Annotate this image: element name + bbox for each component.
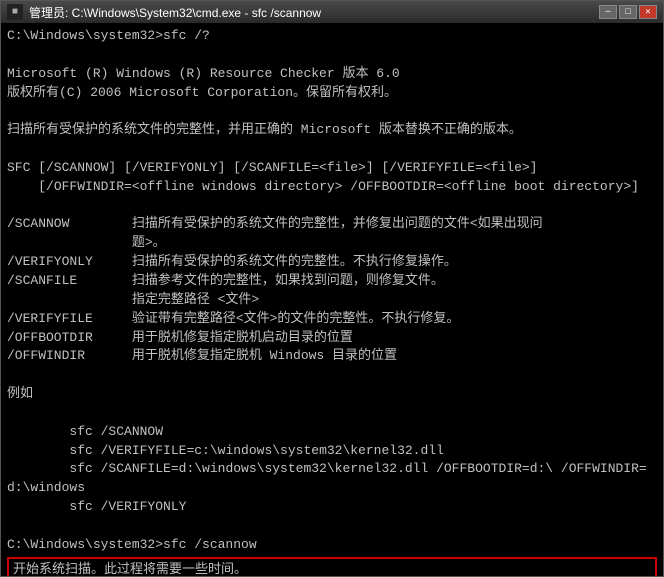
terminal-ex2: sfc /VERIFYFILE=c:\windows\system32\kern… [7,442,657,461]
terminal-blank7 [7,517,657,536]
terminal-line-4: 版权所有(C) 2006 Microsoft Corporation。保留所有权… [7,84,657,103]
terminal-line-blank3 [7,140,657,159]
cmd-window: ■ 管理员: C:\Windows\System32\cmd.exe - sfc… [0,0,664,577]
maximize-button[interactable]: □ [619,5,637,19]
terminal-scannow: /SCANNOW 扫描所有受保护的系统文件的完整性，并修复出问题的文件<如果出现… [7,215,657,234]
terminal-ex3: sfc /SCANFILE=d:\windows\system32\kernel… [7,460,657,498]
terminal-scannow2: 题>。 [7,234,657,253]
terminal-ex1: sfc /SCANNOW [7,423,657,442]
terminal-line-9: [/OFFWINDIR=<offline windows directory> … [7,178,657,197]
cmd-icon: ■ [7,4,23,20]
terminal-verifyonly: /VERIFYONLY 扫描所有受保护的系统文件的完整性。不执行修复操作。 [7,253,657,272]
minimize-button[interactable]: ─ [599,5,617,19]
terminal-line-1: C:\Windows\system32>sfc /? [7,27,657,46]
terminal-content[interactable]: C:\Windows\system32>sfc /? Microsoft (R)… [1,23,663,576]
highlighted-output: 开始系统扫描。此过程将需要一些时间。 开始系统扫描的验证阶段。 验证 4% 已完… [7,557,657,576]
terminal-offwindir: /OFFWINDIR 用于脱机修复指定脱机 Windows 目录的位置 [7,347,657,366]
title-bar: ■ 管理员: C:\Windows\System32\cmd.exe - sfc… [1,1,663,23]
title-bar-buttons: ─ □ ✕ [599,5,657,19]
title-bar-text: 管理员: C:\Windows\System32\cmd.exe - sfc /… [29,4,321,21]
title-bar-left: ■ 管理员: C:\Windows\System32\cmd.exe - sfc… [7,4,321,21]
terminal-line-blank2 [7,102,657,121]
terminal-ex4: sfc /VERIFYONLY [7,498,657,517]
terminal-line-6: 扫描所有受保护的系统文件的完整性，并用正确的 Microsoft 版本替换不正确… [7,121,657,140]
terminal-example-label: 例如 [7,385,657,404]
terminal-scanfile: /SCANFILE 扫描参考文件的完整性，如果找到问题，则修复文件。 [7,272,657,291]
terminal-line-blank4 [7,197,657,216]
terminal-verifyfile: /VERIFYFILE 验证带有完整路径<文件>的文件的完整性。不执行修复。 [7,310,657,329]
terminal-line-3: Microsoft (R) Windows (R) Resource Check… [7,65,657,84]
terminal-line-blank1 [7,46,657,65]
close-button[interactable]: ✕ [639,5,657,19]
terminal-scanfile2: 指定完整路径 <文件> [7,291,657,310]
terminal-offbootdir: /OFFBOOTDIR 用于脱机修复指定脱机启动目录的位置 [7,329,657,348]
terminal-cmd-scannow: C:\Windows\system32>sfc /scannow [7,536,657,555]
terminal-blank6 [7,404,657,423]
highlight-line1: 开始系统扫描。此过程将需要一些时间。 [13,561,651,576]
terminal-blank5 [7,366,657,385]
terminal-line-8: SFC [/SCANNOW] [/VERIFYONLY] [/SCANFILE=… [7,159,657,178]
